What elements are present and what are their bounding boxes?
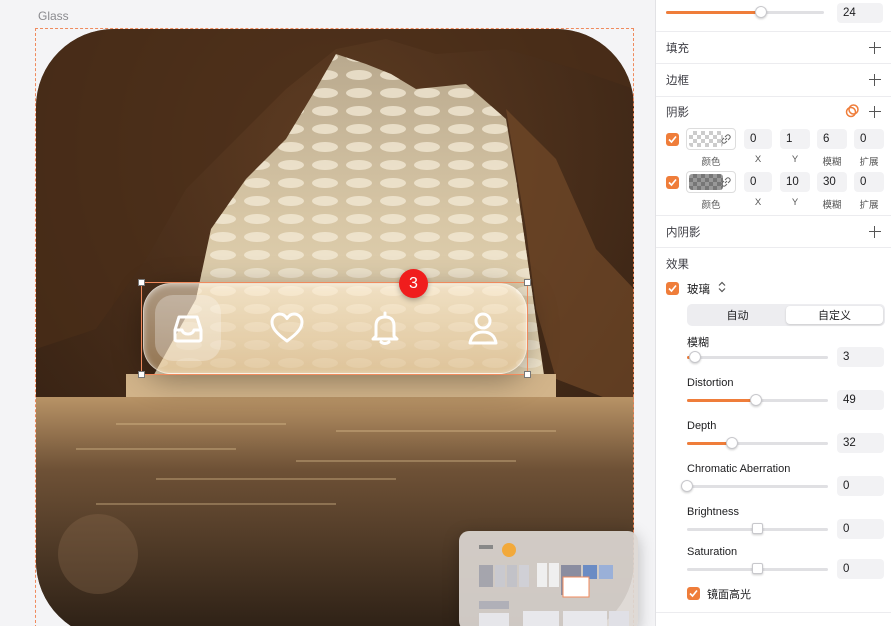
- caption-blur: 模糊: [822, 157, 842, 168]
- resize-handle-tl[interactable]: [138, 279, 145, 286]
- shadow-1-y-input[interactable]: 1: [780, 129, 810, 149]
- check-icon: [668, 135, 677, 144]
- param-slider-knob[interactable]: [689, 351, 702, 363]
- param-slider[interactable]: [687, 562, 828, 576]
- top-slider-knob[interactable]: [754, 6, 767, 18]
- param-slider[interactable]: [687, 522, 828, 536]
- param-label: Saturation: [687, 546, 738, 558]
- notification-badge: 3: [399, 269, 428, 298]
- param-label: Chromatic Aberration: [687, 463, 791, 475]
- caption-color: 颜色: [701, 200, 721, 211]
- shadow-2-color-swatch[interactable]: [686, 171, 736, 193]
- param-slider[interactable]: [687, 436, 828, 450]
- shadow-1-spread-input[interactable]: 0: [854, 129, 884, 149]
- param-slider[interactable]: [687, 350, 828, 364]
- param-value-input[interactable]: 0: [837, 559, 884, 579]
- shadow-2-x-input[interactable]: 0: [744, 172, 772, 192]
- tab-profile[interactable]: [450, 295, 516, 361]
- param-value-input[interactable]: 49: [837, 390, 884, 410]
- caption-x: X: [754, 154, 762, 165]
- param-slider-knob[interactable]: [750, 394, 763, 406]
- user-icon: [468, 312, 498, 345]
- add-inner-shadow-icon[interactable]: [869, 226, 881, 238]
- param-value-input[interactable]: 3: [837, 347, 884, 367]
- caption-blur: 模糊: [822, 200, 842, 211]
- shadow-2-spread-input[interactable]: 0: [854, 172, 884, 192]
- param-value-input[interactable]: 0: [837, 519, 884, 539]
- param-slider[interactable]: [687, 393, 828, 407]
- design-canvas[interactable]: Glass 3: [0, 0, 655, 626]
- link-icon: [721, 177, 731, 187]
- shadow-style-icon[interactable]: [845, 104, 859, 118]
- resize-handle-tr[interactable]: [524, 279, 531, 286]
- tab-inbox[interactable]: [155, 295, 221, 361]
- shadow-section-title: 阴影: [666, 107, 689, 119]
- caption-spread: 扩展: [859, 200, 879, 211]
- param-label: 模糊: [687, 337, 709, 349]
- param-slider-knob[interactable]: [726, 437, 739, 449]
- caption-y: Y: [791, 154, 799, 165]
- add-border-icon[interactable]: [869, 74, 881, 86]
- glass-checkbox[interactable]: [666, 282, 679, 295]
- shadow-2-y-input[interactable]: 10: [780, 172, 810, 192]
- param-slider-knob[interactable]: [681, 480, 693, 492]
- shadow-2-checkbox[interactable]: [666, 176, 679, 189]
- caption-color: 颜色: [701, 157, 721, 168]
- border-section-title: 边框: [666, 75, 689, 87]
- resize-handle-bl[interactable]: [138, 371, 145, 378]
- shadow-1-checkbox[interactable]: [666, 133, 679, 146]
- caption-y: Y: [791, 197, 799, 208]
- check-icon: [668, 284, 677, 293]
- resize-handle-br[interactable]: [524, 371, 531, 378]
- shadow-1-x-input[interactable]: 0: [744, 129, 772, 149]
- inbox-icon: [173, 315, 203, 343]
- param-value-input[interactable]: 0: [837, 476, 884, 496]
- specular-label: 镜面高光: [707, 589, 751, 601]
- check-icon: [689, 589, 698, 598]
- shadow-1-blur-input[interactable]: 6: [817, 129, 847, 149]
- specular-checkbox[interactable]: [687, 587, 700, 600]
- inspector-panel: 24 填充 边框 阴影 0 1 6 0 颜色 X Y 模糊 扩展 0 10 30…: [655, 0, 891, 626]
- param-label: Depth: [687, 420, 717, 432]
- glass-effect-label[interactable]: 玻璃: [687, 281, 710, 297]
- param-value-input[interactable]: 32: [837, 433, 884, 453]
- param-slider-knob[interactable]: [751, 563, 763, 574]
- mode-auto[interactable]: 自动: [689, 306, 786, 324]
- caption-spread: 扩展: [859, 157, 879, 168]
- canvas-minimap[interactable]: [459, 531, 638, 626]
- param-label: Distortion: [687, 377, 734, 389]
- frame-label[interactable]: Glass: [38, 9, 69, 23]
- add-shadow-icon[interactable]: [869, 106, 881, 118]
- glass-tab-bar[interactable]: [143, 283, 527, 374]
- chevron-updown-icon[interactable]: [717, 281, 727, 293]
- heart-icon: [270, 312, 304, 343]
- shadow-2-blur-input[interactable]: 30: [817, 172, 847, 192]
- glass-mode-segmented[interactable]: 自动 自定义: [687, 304, 885, 326]
- bell-icon: [371, 311, 399, 345]
- caption-x: X: [754, 197, 762, 208]
- top-value-input[interactable]: 24: [837, 3, 883, 23]
- param-label: Brightness: [687, 506, 739, 518]
- inner-shadow-section-title: 内阴影: [666, 227, 701, 239]
- add-fill-icon[interactable]: [869, 42, 881, 54]
- effects-section-title: 效果: [666, 259, 689, 271]
- param-slider-knob[interactable]: [751, 523, 763, 534]
- shadow-1-color-swatch[interactable]: [686, 128, 736, 150]
- check-icon: [668, 178, 677, 187]
- link-icon: [721, 134, 731, 144]
- param-slider[interactable]: [681, 479, 828, 493]
- top-slider[interactable]: [666, 5, 824, 19]
- tab-favorites[interactable]: [254, 295, 320, 361]
- tab-notifications[interactable]: [352, 295, 418, 361]
- mode-custom[interactable]: 自定义: [786, 306, 883, 324]
- fill-section-title: 填充: [666, 43, 689, 55]
